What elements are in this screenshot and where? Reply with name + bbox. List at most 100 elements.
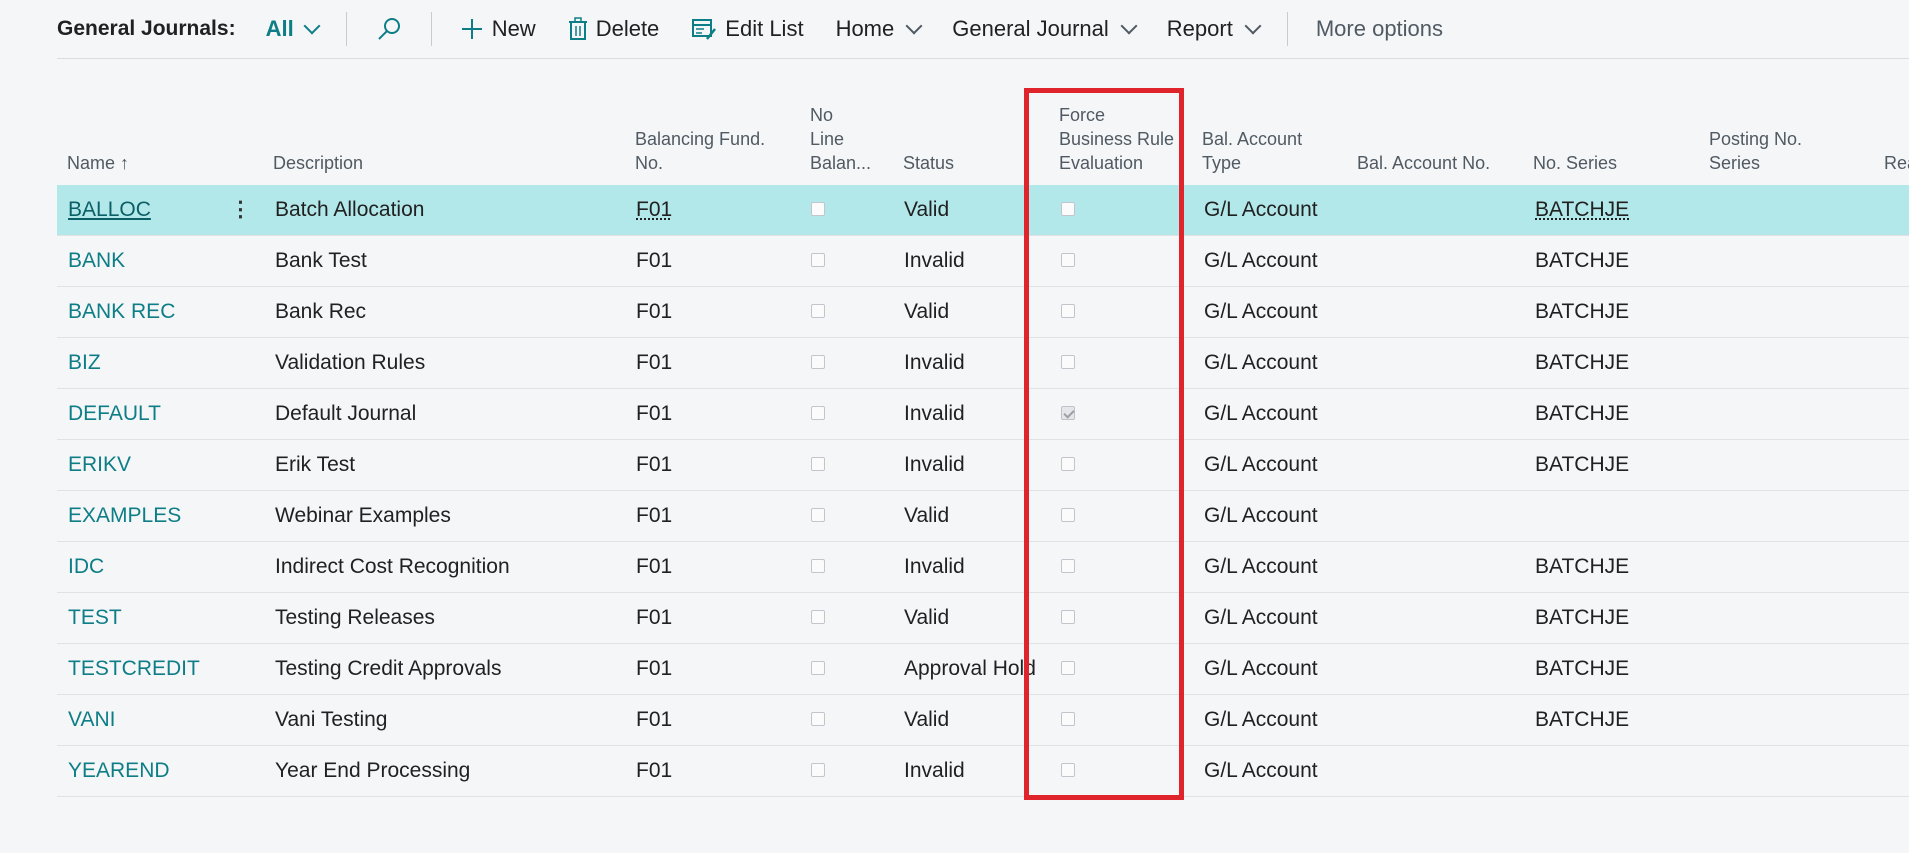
column-header-text: Line <box>810 129 845 149</box>
column-header-description[interactable]: Description <box>273 151 363 175</box>
table-row[interactable]: BALLOC ⋮ Batch Allocation F01 Valid G/L Accou… <box>57 185 1909 236</box>
more-options-button[interactable]: More options <box>1316 16 1443 42</box>
journal-name-link[interactable]: TEST <box>68 593 122 643</box>
no-line-balancing-checkbox[interactable] <box>811 457 825 471</box>
table-row[interactable]: BANK REC Bank Rec F01 Valid G/L Account BATCH… <box>57 287 1909 338</box>
search-button[interactable] <box>375 15 403 43</box>
bal-account-type-cell: G/L Account <box>1204 504 1318 527</box>
description-cell: Validation Rules <box>275 351 426 374</box>
new-button[interactable]: New <box>460 16 536 42</box>
column-header-text: Evaluation <box>1059 153 1144 173</box>
journal-name-link[interactable]: BIZ <box>68 338 101 388</box>
table-row[interactable]: BIZ Validation Rules F01 Invalid G/L Account… <box>57 338 1909 389</box>
column-header-text: No. <box>635 153 664 173</box>
no-line-balancing-checkbox[interactable] <box>811 610 825 624</box>
journal-name-link[interactable]: EXAMPLES <box>68 491 181 541</box>
report-menu[interactable]: Report <box>1167 16 1262 42</box>
general-journals-page: General Journals: All New Delete Edit Li… <box>0 0 1909 853</box>
column-header-bal-account-no[interactable]: Bal. Account No. <box>1357 151 1490 175</box>
force-business-rule-checkbox[interactable] <box>1061 610 1075 624</box>
edit-list-icon <box>692 19 717 40</box>
force-business-rule-checkbox[interactable] <box>1061 661 1075 675</box>
table-row[interactable]: YEAREND Year End Processing F01 Invalid G/L … <box>57 746 1909 797</box>
column-header-balancing-fund[interactable]: Balancing Fund. No. <box>635 127 765 175</box>
balancing-fund-cell[interactable]: F01 <box>636 185 672 235</box>
view-selector[interactable]: All <box>266 16 321 42</box>
column-header-bal-account-type[interactable]: Bal. Account Type <box>1202 127 1302 175</box>
delete-label: Delete <box>595 16 660 41</box>
description-cell: Year End Processing <box>275 759 471 782</box>
balancing-fund-cell: F01 <box>636 453 673 476</box>
force-business-rule-checkbox[interactable] <box>1061 508 1075 522</box>
no-line-balancing-checkbox[interactable] <box>811 712 825 726</box>
table-row[interactable]: ERIKV Erik Test F01 Invalid G/L Account BATCH… <box>57 440 1909 491</box>
no-line-balancing-checkbox[interactable] <box>811 559 825 573</box>
page-title: General Journals: <box>57 17 236 40</box>
balancing-fund-cell: F01 <box>636 504 673 527</box>
journal-name-link[interactable]: ERIKV <box>68 440 131 490</box>
bal-account-type-cell: G/L Account <box>1204 657 1318 680</box>
no-series-cell: BATCHJE <box>1535 657 1630 680</box>
force-business-rule-checkbox[interactable] <box>1061 763 1075 777</box>
home-label: Home <box>835 16 895 41</box>
column-header-status[interactable]: Status <box>903 151 954 175</box>
column-header-force-business-rule[interactable]: Force Business Rule Evaluation <box>1059 103 1174 175</box>
force-business-rule-checkbox[interactable] <box>1061 253 1075 267</box>
table-row[interactable]: BANK Bank Test F01 Invalid G/L Account BATCHJ… <box>57 236 1909 287</box>
table-row[interactable]: DEFAULT Default Journal F01 Invalid G/L Acco… <box>57 389 1909 440</box>
journal-name-link[interactable]: BANK REC <box>68 287 175 337</box>
status-cell: Invalid <box>904 453 965 476</box>
table-row[interactable]: TEST Testing Releases F01 Valid G/L Account B… <box>57 593 1909 644</box>
no-line-balancing-checkbox[interactable] <box>811 355 825 369</box>
delete-button[interactable]: Delete <box>568 16 660 42</box>
bal-account-type-cell: G/L Account <box>1204 708 1318 731</box>
description-cell: Testing Releases <box>275 606 435 629</box>
toolbar-divider <box>1286 12 1288 46</box>
journal-name-link[interactable]: BALLOC <box>68 185 151 235</box>
balancing-fund-cell: F01 <box>636 249 673 272</box>
home-menu[interactable]: Home <box>835 16 923 42</box>
table-row[interactable]: IDC Indirect Cost Recognition F01 Invalid G/… <box>57 542 1909 593</box>
edit-list-label: Edit List <box>725 16 804 41</box>
status-cell: Valid <box>904 708 950 731</box>
no-line-balancing-checkbox[interactable] <box>811 202 825 216</box>
no-series-cell: BATCHJE <box>1535 402 1630 425</box>
journal-name-link[interactable]: BANK <box>68 236 125 286</box>
no-series-cell[interactable]: BATCHJE <box>1535 185 1629 235</box>
no-line-balancing-checkbox[interactable] <box>811 253 825 267</box>
description-cell: Testing Credit Approvals <box>275 657 502 680</box>
journal-name-link[interactable]: VANI <box>68 695 115 745</box>
table-row[interactable]: VANI Vani Testing F01 Valid G/L Account BATCH… <box>57 695 1909 746</box>
journal-name-link[interactable]: YEAREND <box>68 746 170 796</box>
no-line-balancing-checkbox[interactable] <box>811 763 825 777</box>
journal-name-link[interactable]: TESTCREDIT <box>68 644 200 694</box>
no-line-balancing-checkbox[interactable] <box>811 661 825 675</box>
edit-list-button[interactable]: Edit List <box>691 16 804 42</box>
bal-account-type-cell: G/L Account <box>1204 351 1318 374</box>
force-business-rule-checkbox[interactable] <box>1061 712 1075 726</box>
status-cell: Approval Hold <box>904 657 1036 680</box>
journal-name-link[interactable]: IDC <box>68 542 104 592</box>
column-header-text: Business Rule <box>1059 129 1175 149</box>
balancing-fund-cell: F01 <box>636 606 673 629</box>
force-business-rule-checkbox[interactable] <box>1061 559 1075 573</box>
no-line-balancing-checkbox[interactable] <box>811 406 825 420</box>
column-header-no-line-balancing[interactable]: No Line Balan... <box>810 103 871 175</box>
no-line-balancing-checkbox[interactable] <box>811 508 825 522</box>
column-header-posting-no-series[interactable]: Posting No. Series <box>1709 127 1802 175</box>
general-journal-menu[interactable]: General Journal <box>952 16 1138 42</box>
force-business-rule-checkbox[interactable] <box>1061 457 1075 471</box>
force-business-rule-checkbox[interactable] <box>1061 304 1075 318</box>
table-row[interactable]: EXAMPLES Webinar Examples F01 Valid G/L Acco… <box>57 491 1909 542</box>
column-header-reason[interactable]: Rea <box>1884 151 1909 175</box>
force-business-rule-checkbox[interactable] <box>1061 202 1075 216</box>
force-business-rule-checkbox[interactable] <box>1061 355 1075 369</box>
bal-account-type-cell: G/L Account <box>1204 402 1318 425</box>
no-line-balancing-checkbox[interactable] <box>811 304 825 318</box>
column-header-name[interactable]: Name ↑ <box>67 151 129 175</box>
row-actions-icon[interactable]: ⋮ <box>230 185 251 235</box>
table-row[interactable]: TESTCREDIT Testing Credit Approvals F01 App… <box>57 644 1909 695</box>
journal-name-link[interactable]: DEFAULT <box>68 389 161 439</box>
column-header-no-series[interactable]: No. Series <box>1533 151 1617 175</box>
force-business-rule-checkbox[interactable] <box>1061 406 1075 420</box>
